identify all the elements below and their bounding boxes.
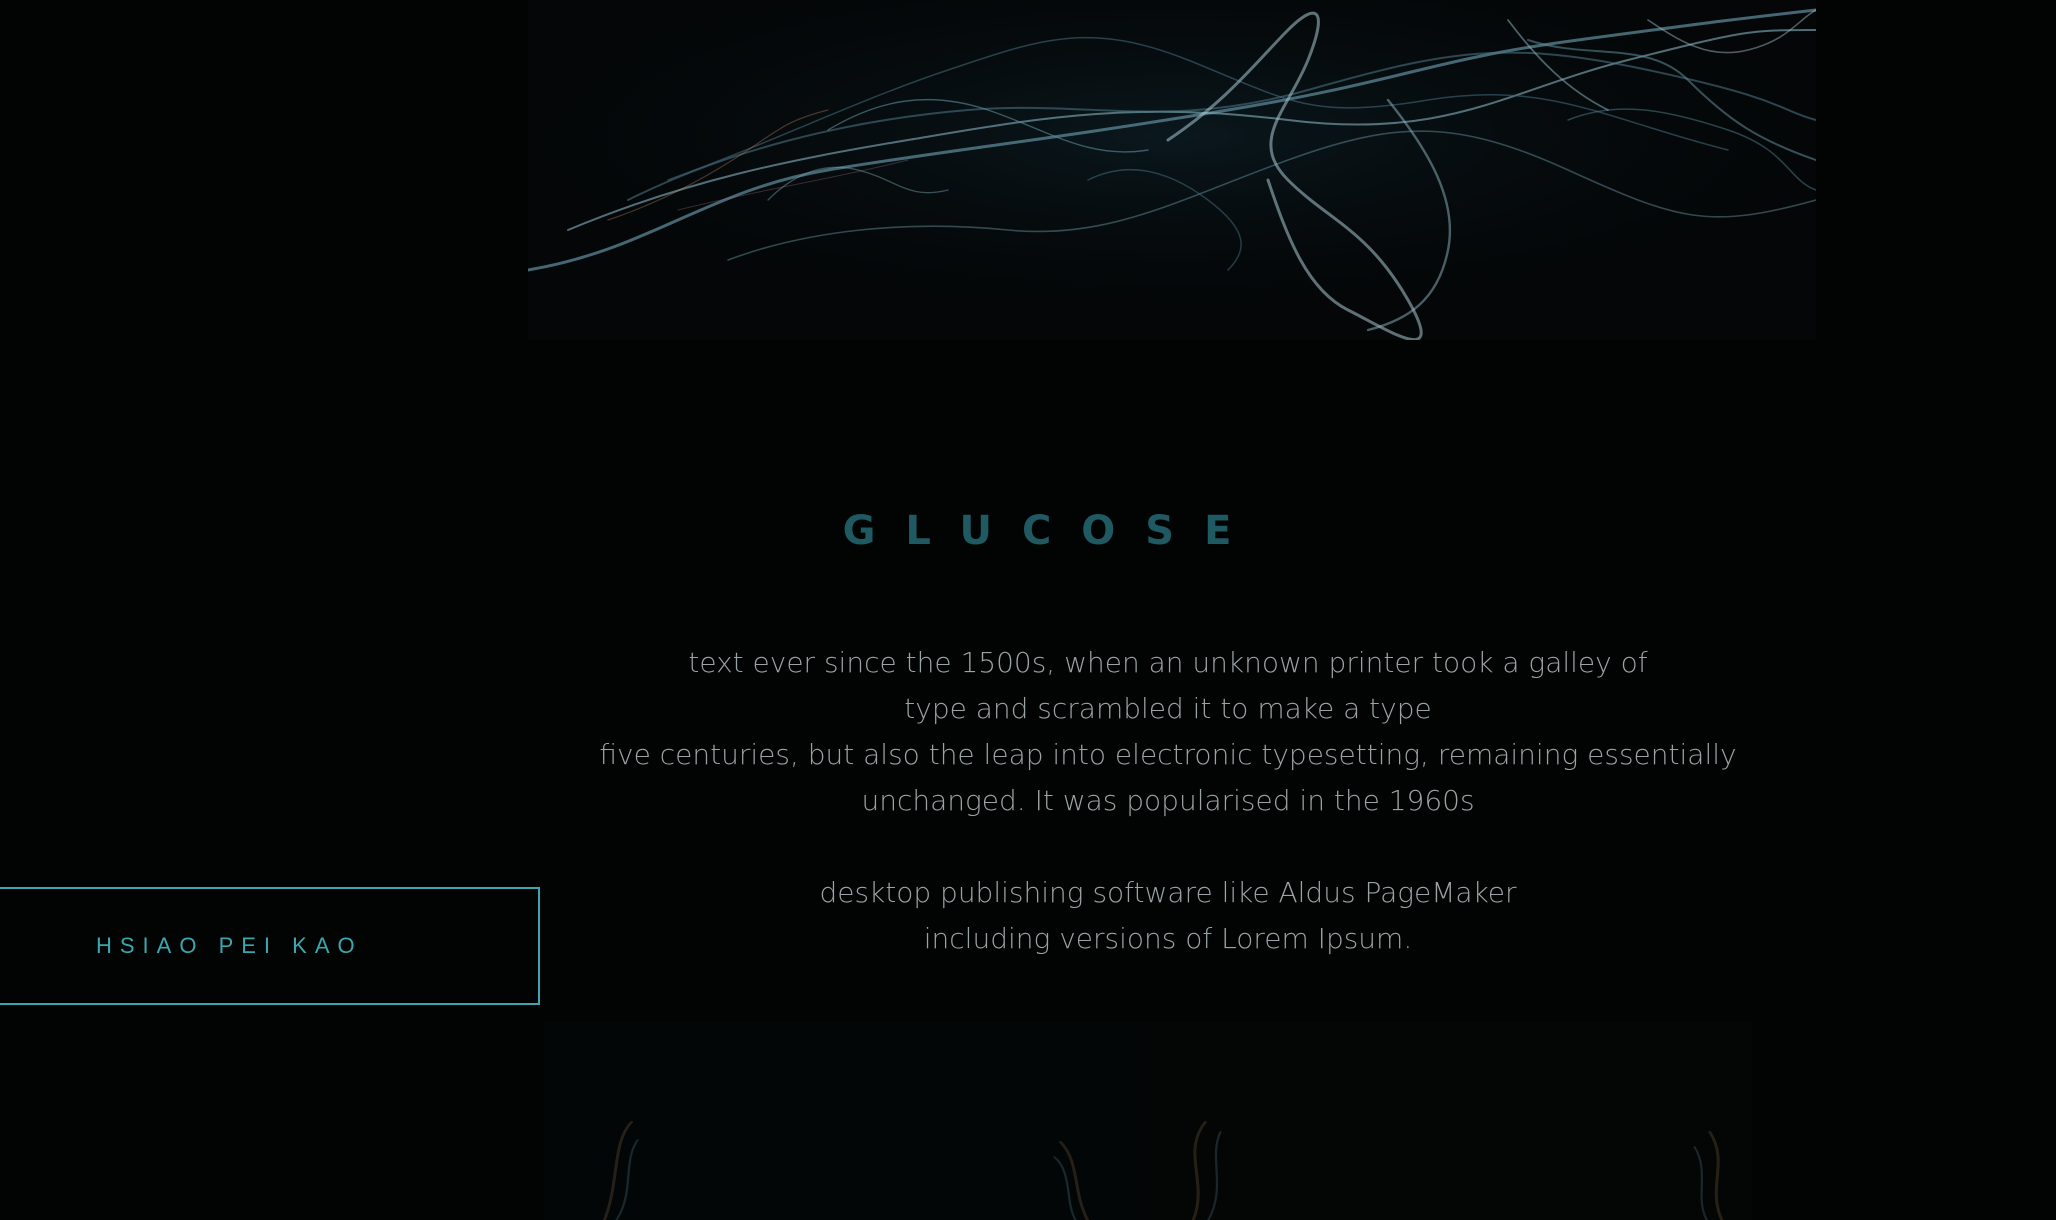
description-line: desktop publishing software like Aldus P… [819, 876, 1517, 909]
description-line: including versions of Lorem Ipsum. [923, 922, 1413, 955]
author-name-box[interactable]: HSIAO PEI KAO [0, 887, 540, 1005]
fiber-thumbnail-icon [602, 1121, 1090, 1220]
project-title: GLUCOSE [842, 508, 1262, 554]
description-line: unchanged. It was popularised in the 196… [861, 784, 1475, 817]
hero-image [528, 0, 1816, 340]
author-name: HSIAO PEI KAO [96, 933, 363, 958]
image-gallery [544, 1022, 1752, 1220]
description-line: type and scrambled it to make a type [904, 692, 1432, 725]
gallery-image[interactable] [544, 1022, 1148, 1220]
abstract-fiber-image-icon [528, 0, 1816, 340]
description-line: text ever since the 1500s, when an unkno… [688, 646, 1648, 679]
project-page: GLUCOSE text ever since the 1500s, when … [0, 0, 2056, 1220]
description-line: five centuries, but also the leap into e… [599, 738, 1737, 771]
project-description: text ever since the 1500s, when an unkno… [568, 640, 1768, 962]
fiber-thumbnail-icon [1191, 1121, 1724, 1220]
gallery-image[interactable] [1148, 1022, 1752, 1220]
